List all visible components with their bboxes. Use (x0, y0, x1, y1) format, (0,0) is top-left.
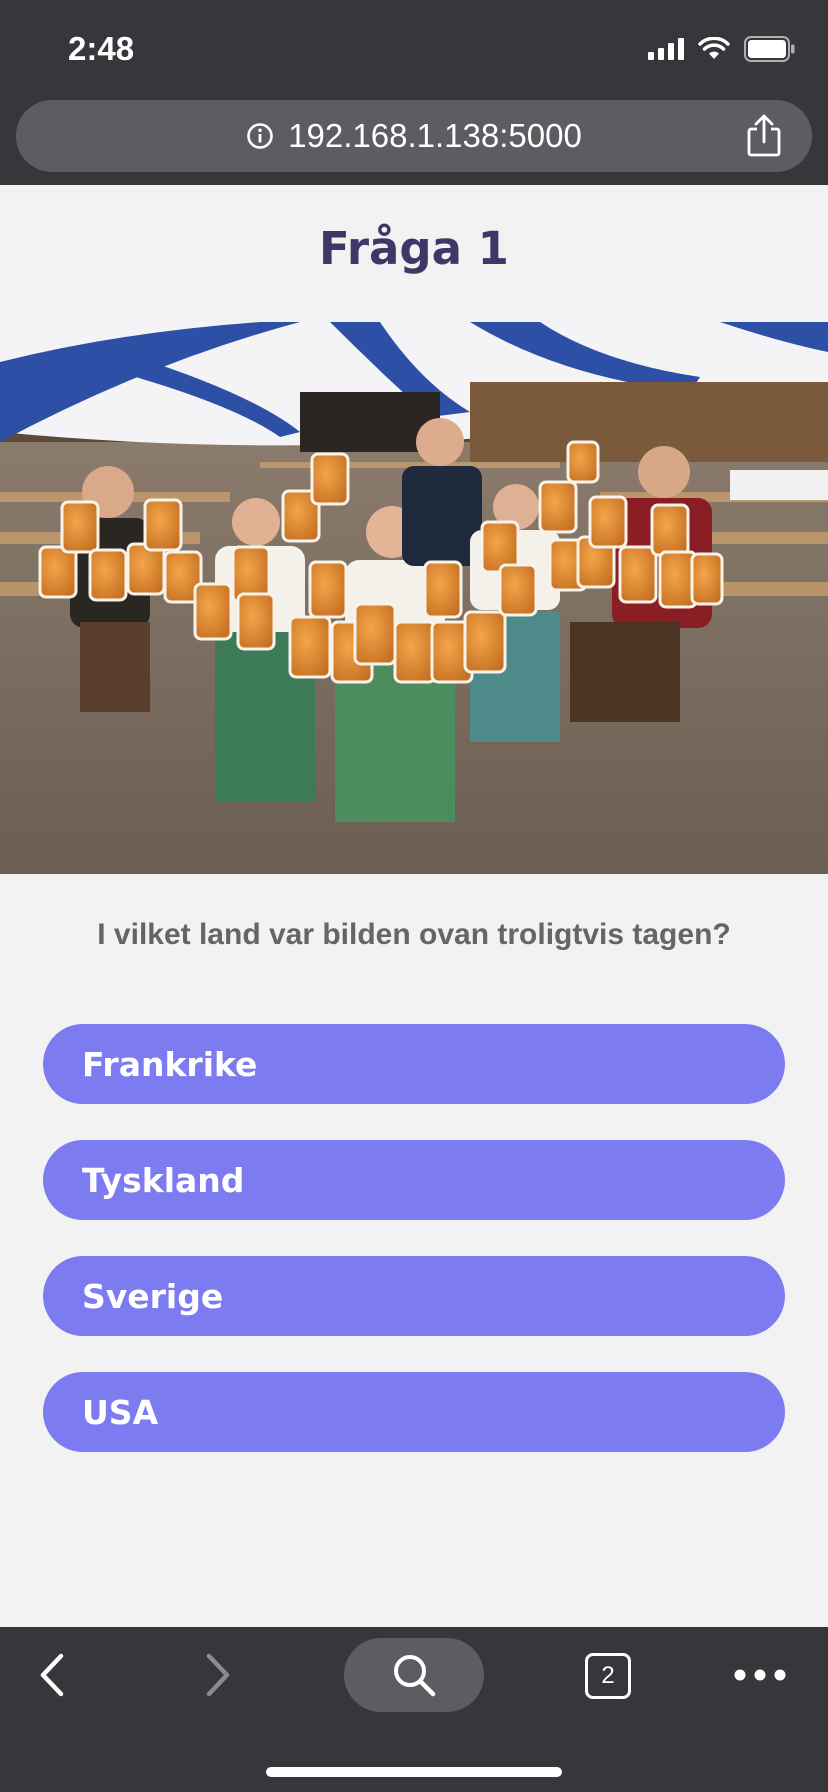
info-icon[interactable] (246, 122, 274, 150)
answer-button-sverige[interactable]: Sverige (43, 1256, 785, 1336)
tabs-icon: 2 (585, 1653, 631, 1699)
battery-icon (744, 36, 795, 62)
search-icon (394, 1655, 436, 1697)
answer-button-usa[interactable]: USA (43, 1372, 785, 1452)
back-button[interactable] (30, 1649, 74, 1701)
browser-address-area: 192.168.1.138:5000 (0, 90, 828, 185)
answer-label: Frankrike (82, 1044, 258, 1084)
tab-count: 2 (601, 1662, 615, 1689)
forward-icon (206, 1653, 230, 1697)
cellular-signal-icon (648, 38, 684, 60)
answer-button-tyskland[interactable]: Tyskland (43, 1140, 785, 1220)
answer-label: Sverige (82, 1276, 224, 1316)
answer-label: Tyskland (82, 1160, 245, 1200)
home-indicator[interactable] (266, 1767, 562, 1777)
question-text: I vilket land var bilden ovan troligtvis… (97, 918, 731, 951)
back-icon (40, 1653, 64, 1697)
tabs-button[interactable]: 2 (584, 1652, 632, 1700)
search-button[interactable] (344, 1638, 484, 1712)
status-icons (648, 36, 796, 62)
answer-label: USA (82, 1392, 159, 1432)
more-icon (734, 1669, 786, 1681)
answer-button-frankrike[interactable]: Frankrike (43, 1024, 785, 1104)
page-title: Fråga 1 (319, 222, 509, 275)
wifi-icon (698, 37, 730, 59)
address-bar[interactable]: 192.168.1.138:5000 (16, 100, 812, 172)
status-bar: 2:48 (0, 0, 828, 90)
oktoberfest-photo (0, 322, 828, 874)
more-button[interactable] (730, 1657, 790, 1693)
forward-button[interactable] (196, 1649, 240, 1701)
status-time: 2:48 (68, 30, 135, 67)
share-icon[interactable] (742, 113, 786, 159)
quiz-photo (0, 322, 828, 874)
url-text[interactable]: 192.168.1.138:5000 (288, 117, 582, 155)
